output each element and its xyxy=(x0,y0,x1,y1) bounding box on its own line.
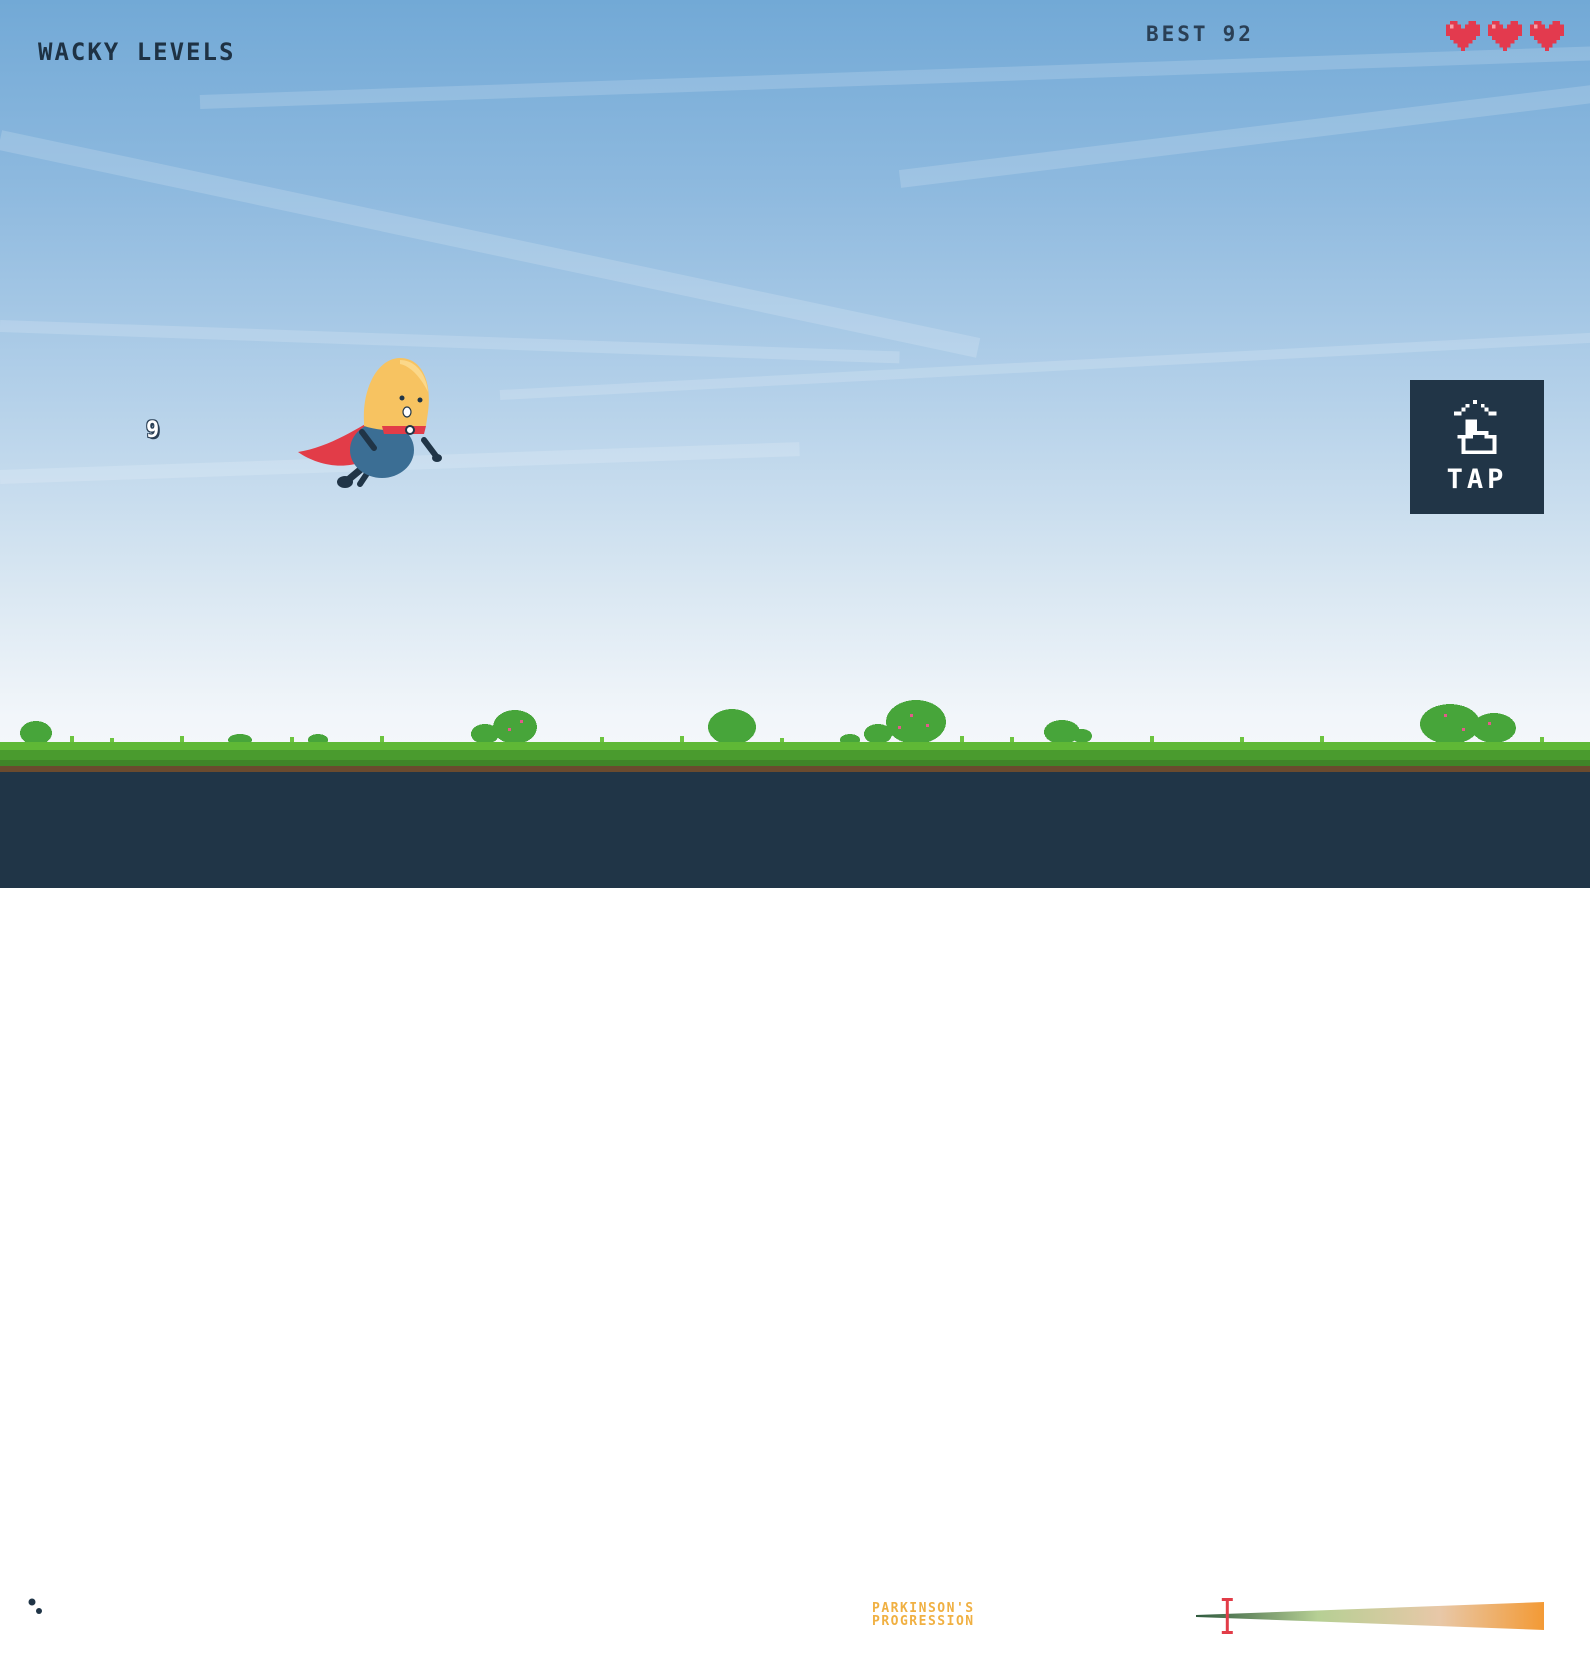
progression-title-line1: PARKINSON'S xyxy=(872,1601,975,1616)
neuroderm-logo: NeuroDerm xyxy=(24,1592,171,1625)
current-stage: EARLY PD xyxy=(1031,1607,1120,1625)
heart-icon xyxy=(1446,20,1480,52)
pill-hero-character xyxy=(298,358,442,488)
progression-title: PARKINSON'S PROGRESSION xyxy=(872,1602,975,1628)
tap-label: TAP xyxy=(1446,463,1508,495)
progression-meter xyxy=(1196,1598,1544,1634)
meter-label-mid: MID STAGE xyxy=(1322,1646,1396,1659)
game-title: WACKY LEVELS xyxy=(38,38,236,66)
current-score: 9 xyxy=(146,418,160,443)
progression-title-line2: PROGRESSION xyxy=(872,1614,975,1629)
heart-icon xyxy=(1488,20,1522,52)
progress-marker-cap xyxy=(1221,1598,1233,1601)
best-score-label: BEST xyxy=(1146,22,1209,46)
brand-name: NeuroDerm xyxy=(46,1597,171,1625)
meter-label-early: EARLY PD xyxy=(1184,1646,1249,1659)
heart-icon xyxy=(1530,20,1564,52)
tap-button[interactable]: TAP xyxy=(1410,380,1544,514)
game-stage[interactable]: WACKY LEVELS BEST 92 9 TAP xyxy=(0,0,1590,780)
cloud-streak xyxy=(898,84,1590,188)
lives-indicator xyxy=(1446,20,1564,52)
progress-marker-cap xyxy=(1221,1631,1233,1634)
pointer-hand-icon xyxy=(1453,399,1497,454)
best-score: BEST 92 xyxy=(1146,22,1254,46)
footer-bar: NeuroDerm PARKINSON'S PROGRESSION EARLY … xyxy=(0,780,1590,1659)
grass-ground xyxy=(0,700,1590,780)
meter-label-advanced: AVANCED PD xyxy=(1462,1646,1544,1659)
best-score-value: 92 xyxy=(1222,22,1254,46)
cloud-streak xyxy=(199,46,1590,109)
progress-marker xyxy=(1225,1599,1229,1632)
cloud-streak xyxy=(0,130,981,358)
